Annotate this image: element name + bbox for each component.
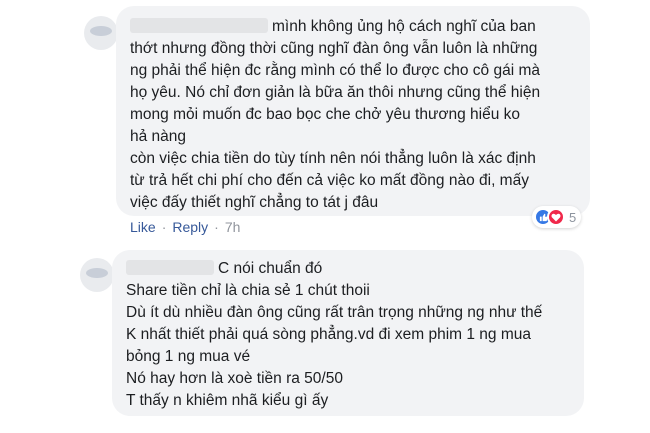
reaction-count: 5	[569, 209, 577, 225]
comment-1-author-name-redacted[interactable]	[130, 18, 268, 33]
comment-1-actions: Like · Reply · 7h	[130, 219, 246, 235]
comment-2-line-4: K nhất thiết phải quá sòng phẳng.vd đi x…	[126, 326, 531, 343]
comment-2-line-3: Dù ít dù nhiều đàn ông cũng rất trân trọ…	[126, 304, 543, 321]
comment-1-line-8: từ trả hết chi phí cho đến cả việc ko mấ…	[130, 172, 529, 189]
comment-1-line-7: còn việc chia tiền do tùy tính nên nói t…	[130, 150, 536, 167]
comment-1-bubble: mình không ủng hộ cách nghĩ của ban thớt…	[116, 6, 590, 216]
comment-2-avatar[interactable]	[80, 258, 114, 292]
comment-2-line-1: C nói chuẩn đó	[218, 260, 323, 277]
comment-2-line-5: bỏng 1 ng mua vé	[126, 348, 251, 365]
comment-1-line-6: hả nàng	[130, 128, 187, 145]
comment-2-author-name-redacted[interactable]	[126, 260, 214, 275]
comment-1-timestamp[interactable]: 7h	[225, 219, 241, 235]
comment-2-line-6: Nó hay hơn là xoè tiền ra 50/50	[126, 370, 343, 387]
comment-1-reactions[interactable]: 5	[532, 206, 582, 228]
like-button[interactable]: Like	[130, 219, 156, 235]
love-icon	[547, 208, 565, 226]
comment-1-line-9: việc đấy thiết nghĩ chẳng to tát j đâu	[130, 194, 379, 211]
comment-1-line-5: mong mỏi muốn đc bao bọc che chở yêu thư…	[130, 106, 521, 123]
comment-2-line-2: Share tiền chỉ là chia sẻ 1 chút thoii	[126, 282, 370, 299]
comment-2-bubble: C nói chuẩn đó Share tiền chỉ là chia sẻ…	[112, 250, 584, 416]
comment-2-line-7: T thấy n khiêm nhã kiểu gì ấy	[126, 392, 329, 409]
comment-1-line-4: họ yêu. Nó chỉ đơn giản là bữa ăn thôi n…	[130, 84, 541, 101]
comment-1-avatar[interactable]	[84, 16, 118, 50]
comment-1-line-1: mình không ủng hộ cách nghĩ của ban	[272, 18, 536, 35]
separator-dot: ·	[214, 219, 219, 235]
reply-button[interactable]: Reply	[172, 219, 208, 235]
comment-1-line-2: thớt nhưng đồng thời cũng nghĩ đàn ông v…	[130, 40, 538, 57]
comment-1-line-3: ng phải thể hiện đc rằng mình có thể lo …	[130, 62, 541, 79]
separator-dot: ·	[161, 219, 167, 235]
